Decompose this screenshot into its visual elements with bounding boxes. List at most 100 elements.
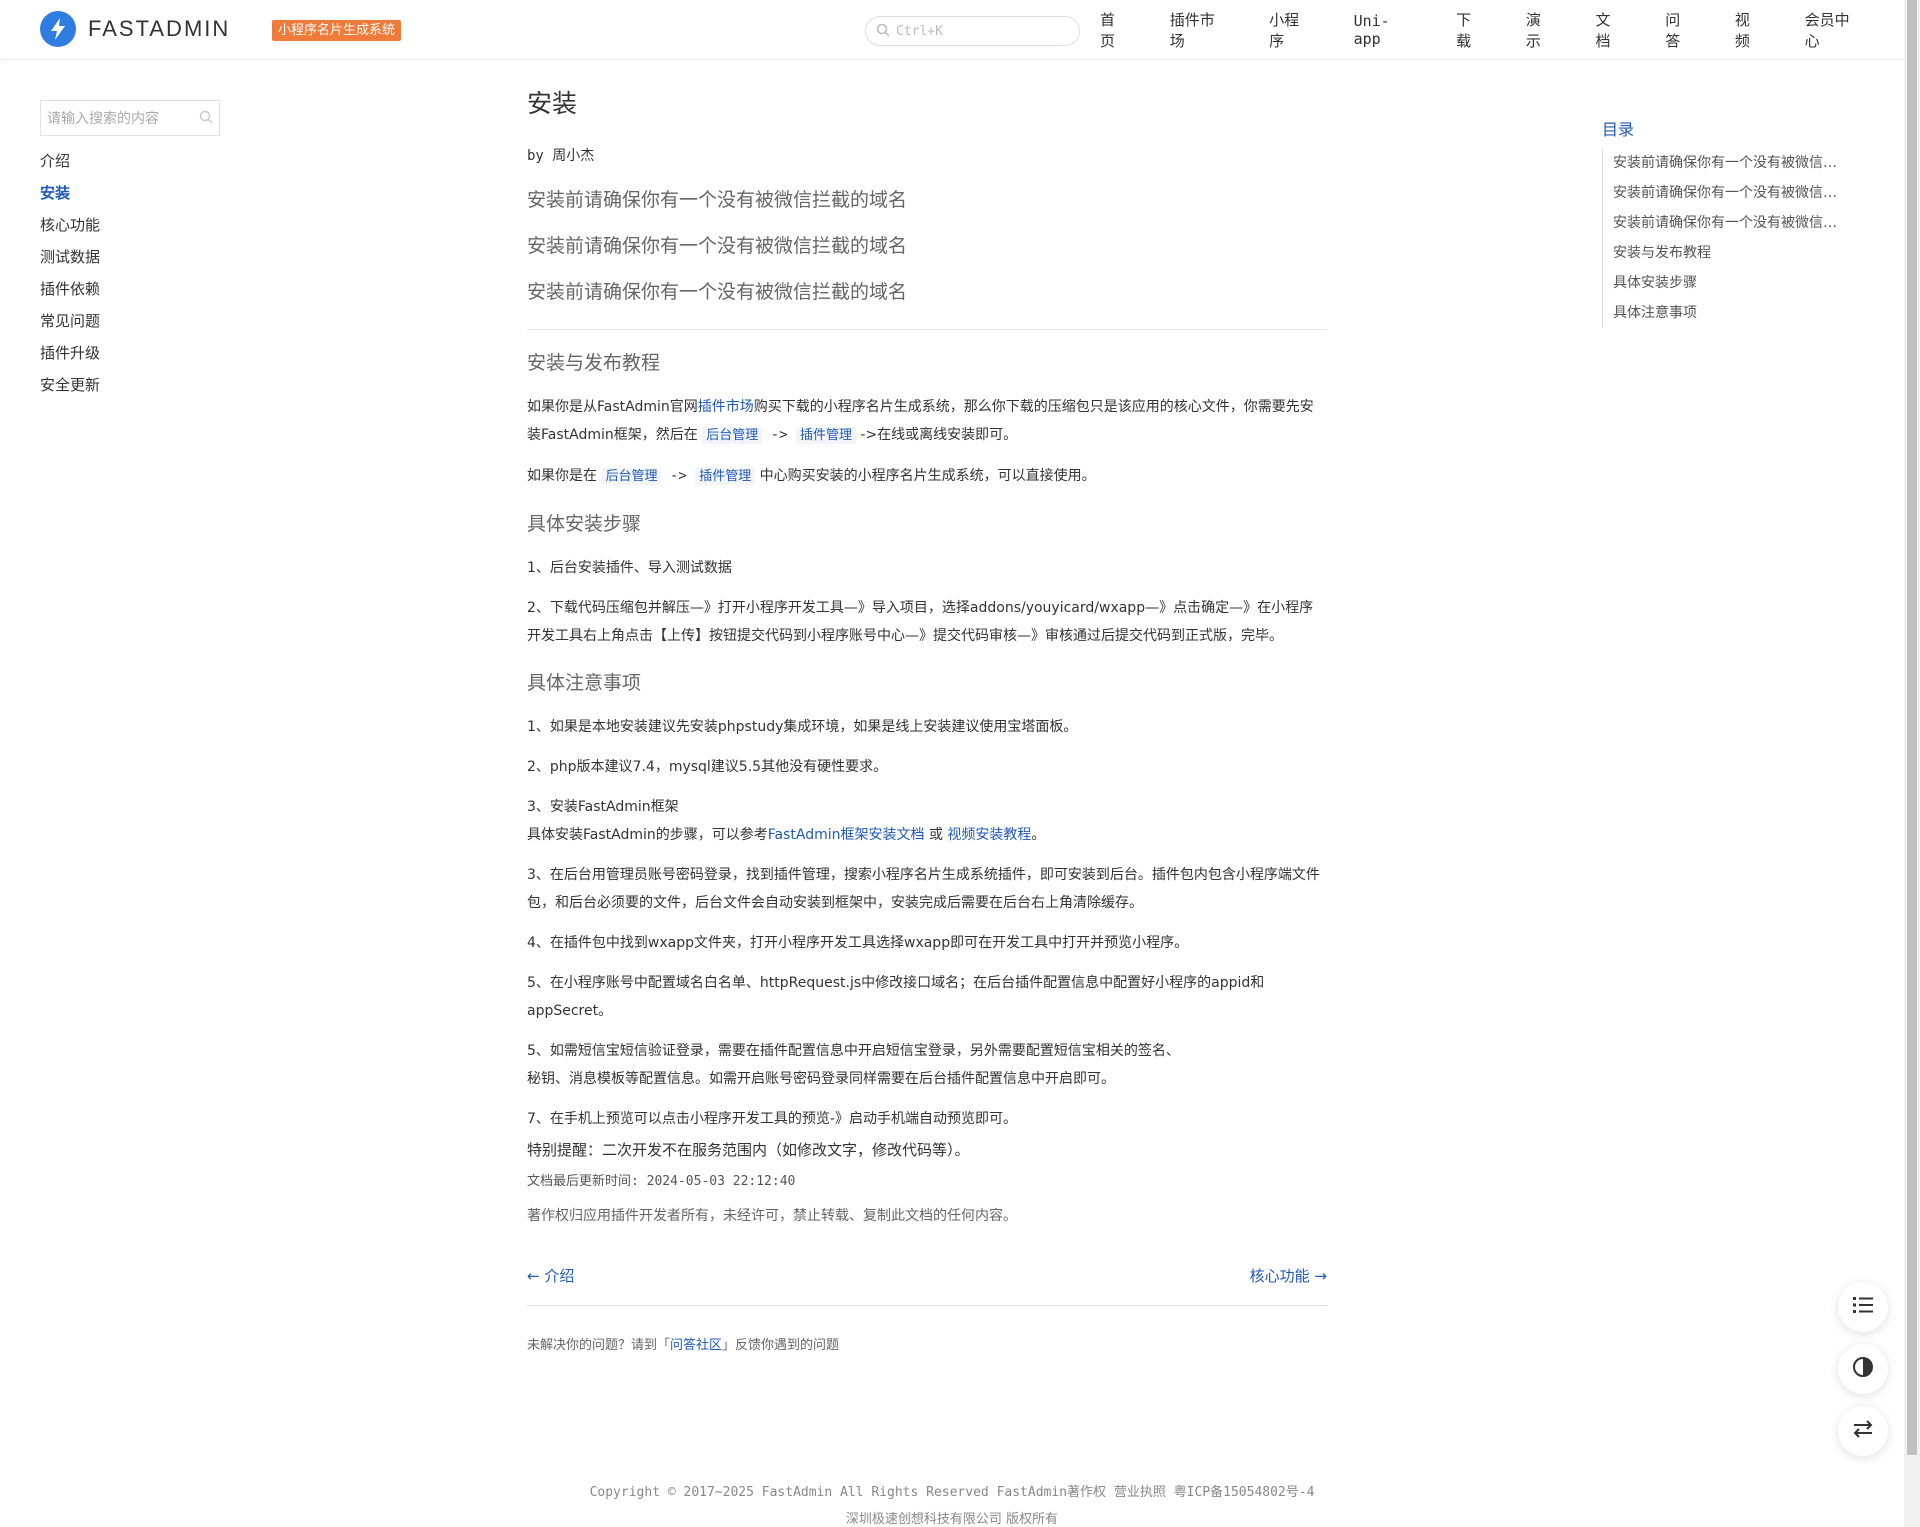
toggle-toc-button[interactable] — [1838, 1282, 1888, 1332]
code-plugin-manage: 插件管理 — [695, 468, 756, 485]
updated-value: 2024-05-03 22:12:40 — [646, 1174, 796, 1189]
text: 中心购买安装的小程序名片生成系统，可以直接使用。 — [755, 468, 1096, 484]
nav-qa[interactable]: 问答 — [1665, 9, 1695, 51]
text: 如果你是从FastAdmin官网 — [527, 399, 698, 415]
search-icon[interactable] — [199, 109, 213, 128]
section-heading: 具体注意事项 — [527, 672, 642, 694]
text: 具体安装FastAdmin的步骤，可以参考 — [527, 827, 768, 843]
nav-demo[interactable]: 演示 — [1526, 9, 1556, 51]
next-page-link[interactable]: 核心功能 → — [1250, 1265, 1327, 1287]
nav-miniprogram[interactable]: 小程序 — [1269, 9, 1314, 51]
toc-item[interactable]: 安装前请确保你有一个没有被微信拦截的域名 — [1613, 148, 1842, 178]
text: 未解决你的问题？请到「 — [527, 1338, 671, 1353]
sidebar-item-security-updates[interactable]: 安全更新 — [40, 374, 100, 406]
top-header: FASTADMIN 小程序名片生成系统 Ctrl+K 首页 插件市场 小程序 U… — [0, 0, 1904, 60]
toc-list: 安装前请确保你有一个没有被微信拦截的域名 安装前请确保你有一个没有被微信拦截的域… — [1602, 148, 1842, 328]
list-icon — [1852, 1295, 1874, 1319]
contrast-icon — [1852, 1356, 1874, 1382]
sidebar-item-test-data[interactable]: 测试数据 — [40, 246, 100, 278]
plugin-name-badge[interactable]: 小程序名片生成系统 — [272, 20, 402, 41]
prev-page-link[interactable]: ← 介绍 — [527, 1265, 574, 1287]
code-backend: 后台管理 — [702, 427, 763, 444]
switch-layout-button[interactable] — [1838, 1406, 1888, 1456]
lightning-bolt-icon — [40, 11, 76, 47]
paragraph: 如果你是在 后台管理 -> 插件管理 中心购买安装的小程序名片生成系统，可以直接… — [527, 462, 1327, 491]
sidebar-item-intro[interactable]: 介绍 — [40, 150, 100, 182]
page-scrollbar[interactable] — [1904, 0, 1920, 1527]
domain-note: 安装前请确保你有一个没有被微信拦截的域名 — [527, 189, 908, 211]
by-prefix: by — [527, 148, 544, 164]
note-item: 4、在插件包中找到wxapp文件夹，打开小程序开发工具选择wxapp即可在开发工… — [527, 935, 1189, 951]
brand-name: FASTADMIN — [88, 16, 231, 41]
nav-plugin-market[interactable]: 插件市场 — [1170, 9, 1229, 51]
note-item: 7、在手机上预览可以点击小程序开发工具的预览-》启动手机端自动预览即可。 — [527, 1111, 1017, 1127]
sidebar-item-core-features[interactable]: 核心功能 — [40, 214, 100, 246]
toc-item[interactable]: 具体注意事项 — [1613, 298, 1842, 328]
note-item: 5、在小程序账号中配置域名白名单、httpRequest.js中修改接口域名；在… — [527, 975, 1265, 1019]
sidebar-item-upgrade[interactable]: 插件升级 — [40, 342, 100, 374]
sidebar-search-placeholder: 请输入搜索的内容 — [47, 111, 159, 127]
note-item: 1、如果是本地安装建议先安装phpstudy集成环境，如果是线上安装建议使用宝塔… — [527, 719, 1078, 735]
sidebar-item-dependencies[interactable]: 插件依赖 — [40, 278, 100, 310]
toc-item[interactable]: 安装前请确保你有一个没有被微信拦截的域名 — [1613, 208, 1842, 238]
qa-community-link[interactable]: 问答社区 — [670, 1338, 722, 1353]
text: 或 — [924, 827, 948, 843]
page-title: 安装 — [527, 89, 578, 118]
global-search-input[interactable]: Ctrl+K — [865, 16, 1080, 46]
text: -> — [661, 468, 696, 484]
text: 3、安装FastAdmin框架 — [527, 799, 679, 815]
section-heading: 具体安装步骤 — [527, 513, 642, 535]
nav-video[interactable]: 视频 — [1735, 9, 1765, 51]
step-item: 2、下载代码压缩包并解压—》打开小程序开发工具—》导入项目，选择addons/y… — [527, 600, 1314, 644]
text: 」反馈你遇到的问题 — [722, 1338, 840, 1353]
note-item: 5、如需短信宝短信验证登录，需要在插件配置信息中开启短信宝登录，另外需要配置短信… — [527, 1037, 1327, 1093]
text: ->在线或离线安装即可。 — [855, 427, 1018, 443]
note-item: 2、php版本建议7.4，mysql建议5.5其他没有硬性要求。 — [527, 759, 888, 775]
article: 安装 by 周小杰 安装前请确保你有一个没有被微信拦截的域名 安装前请确保你有一… — [527, 84, 1327, 1353]
text: -> — [762, 427, 796, 443]
section-heading: 安装与发布教程 — [527, 352, 661, 374]
framework-docs-link[interactable]: FastAdmin框架安装文档 — [768, 827, 925, 843]
brand-logo[interactable]: FASTADMIN — [40, 11, 230, 47]
code-backend: 后台管理 — [601, 468, 662, 485]
updated-label: 文档最后更新时间: — [527, 1174, 639, 1189]
special-notice: 特别提醒：二次开发不在服务范围内（如修改文字，修改代码等）。 — [527, 1141, 970, 1159]
toc-item[interactable]: 安装前请确保你有一个没有被微信拦截的域名 — [1613, 178, 1842, 208]
toc-item[interactable]: 安装与发布教程 — [1613, 238, 1842, 268]
text: 如果你是在 — [527, 468, 602, 484]
nav-member-center[interactable]: 会员中心 — [1805, 9, 1864, 51]
search-icon — [876, 22, 890, 41]
sidebar-item-faq[interactable]: 常见问题 — [40, 310, 100, 342]
nav-docs[interactable]: 文档 — [1596, 9, 1626, 51]
step-item: 1、后台安装插件、导入测试数据 — [527, 560, 732, 576]
main-nav: 首页 插件市场 小程序 Uni-app 下载 演示 文档 问答 视频 会员中心 — [1100, 0, 1904, 60]
domain-note: 安装前请确保你有一个没有被微信拦截的域名 — [527, 281, 908, 303]
nav-download[interactable]: 下载 — [1456, 9, 1486, 51]
sidebar-search-input[interactable]: 请输入搜索的内容 — [40, 100, 220, 136]
table-of-contents: 目录 安装前请确保你有一个没有被微信拦截的域名 安装前请确保你有一个没有被微信拦… — [1602, 116, 1842, 328]
nav-home[interactable]: 首页 — [1100, 9, 1130, 51]
paragraph: 如果你是从FastAdmin官网插件市场购买下载的小程序名片生成系统，那么你下载… — [527, 393, 1327, 450]
footer-company: 深圳极速创想科技有限公司 版权所有 — [845, 1512, 1059, 1527]
swap-icon — [1852, 1419, 1874, 1443]
toc-title: 目录 — [1602, 120, 1635, 139]
toc-item[interactable]: 具体安装步骤 — [1613, 268, 1842, 298]
footer-copyright: Copyright © 2017~2025 FastAdmin All Righ… — [589, 1485, 1315, 1500]
nav-uniapp[interactable]: Uni-app — [1354, 12, 1417, 48]
domain-note: 安装前请确保你有一个没有被微信拦截的域名 — [527, 235, 908, 257]
help-line: 未解决你的问题？请到「问答社区」反馈你遇到的问题 — [527, 1334, 1327, 1353]
scrollbar-thumb[interactable] — [1907, 0, 1917, 1455]
text: 秘钥、消息模板等配置信息。如需开启账号密码登录同样需要在后台插件配置信息中开启即… — [527, 1071, 1115, 1087]
text: 5、如需短信宝短信验证登录，需要在插件配置信息中开启短信宝登录，另外需要配置短信… — [527, 1043, 1180, 1059]
search-placeholder: Ctrl+K — [896, 23, 943, 39]
video-tutorial-link[interactable]: 视频安装教程 — [947, 827, 1031, 843]
copyright-note: 著作权归应用插件开发者所有，未经许可，禁止转载、复制此文档的任何内容。 — [527, 1208, 1017, 1224]
divider — [527, 329, 1327, 330]
plugin-market-link[interactable]: 插件市场 — [698, 399, 754, 415]
theme-toggle-button[interactable] — [1838, 1344, 1888, 1394]
text: 。 — [1031, 827, 1046, 843]
divider — [527, 1305, 1327, 1306]
sidebar-item-install[interactable]: 安装 — [40, 182, 100, 214]
note-item: 3、安装FastAdmin框架具体安装FastAdmin的步骤，可以参考Fast… — [527, 793, 1327, 849]
code-plugin-manage: 插件管理 — [795, 427, 856, 444]
